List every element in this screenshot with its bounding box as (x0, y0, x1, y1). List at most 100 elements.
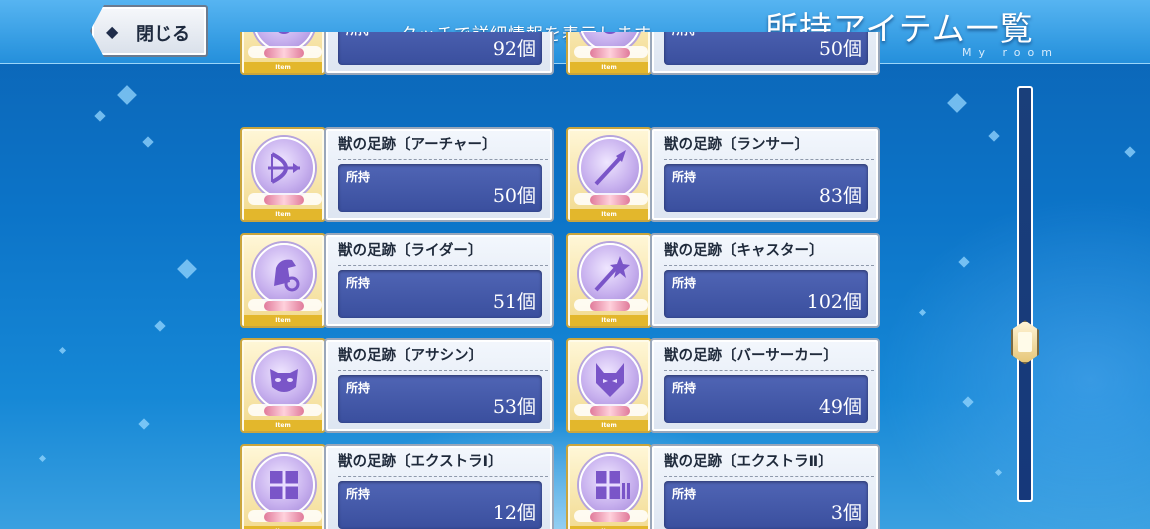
item-count: 3個 (830, 502, 862, 524)
spear-icon (581, 139, 639, 197)
paw-icon (581, 32, 639, 50)
item-card[interactable]: Item 獣の足跡〔キャスター〕 所持 102個 (566, 233, 880, 328)
item-count: 102個 (806, 291, 862, 313)
item-count: 49個 (818, 396, 862, 418)
item-icon-circle (253, 32, 315, 52)
item-name: 獣の足跡〔アーチャー〕 (338, 133, 548, 160)
item-tag: Item (570, 209, 648, 220)
item-count-panel: 所持 83個 (664, 164, 868, 212)
item-icon-frame: Item (240, 338, 326, 433)
wolf-icon (581, 350, 639, 408)
scrollbar-track[interactable] (1017, 86, 1033, 502)
item-tag: Item (244, 209, 322, 220)
item-count: 53個 (492, 396, 536, 418)
ribbon-ornament (590, 48, 630, 58)
item-name: 獣の足跡〔ライダー〕 (338, 239, 548, 266)
item-card[interactable]: Item 獣の足跡〔エクストラⅡ〕 所持 3個 (566, 444, 880, 529)
item-card[interactable]: Item 獣の足跡〔アーチャー〕 所持 50個 (240, 127, 554, 222)
ribbon-ornament (590, 512, 630, 522)
item-tag: Item (244, 315, 322, 326)
item-icon-frame: Item (566, 444, 652, 529)
item-count: 51個 (492, 291, 536, 313)
item-name: 獣の足跡〔アサシン〕 (338, 344, 548, 371)
ribbon-ornament (590, 406, 630, 416)
item-name: 獣の足跡〔エクストラⅠ〕 (338, 450, 548, 477)
item-count: 50個 (492, 185, 536, 207)
item-card[interactable]: Item 獣の足跡〔ランサー〕 所持 83個 (566, 127, 880, 222)
owned-label: 所持 (672, 23, 697, 37)
item-count-panel: 所持 3個 (664, 481, 868, 529)
item-info-panel: 所持 92個 (324, 23, 554, 75)
item-icon-circle (253, 243, 315, 305)
item-info-panel: 獣の足跡〔アーチャー〕 所持 50個 (324, 127, 554, 222)
item-icon-frame: Item (566, 127, 652, 222)
item-icon-frame: Item (566, 338, 652, 433)
ribbon-ornament (264, 512, 304, 522)
item-count-panel: 所持 92個 (338, 23, 542, 65)
ribbon-ornament (264, 301, 304, 311)
item-count: 92個 (492, 38, 536, 60)
item-list: Item 所持 92個 Item 所持 50個 Item 獣の足跡〔アーチャー〕… (0, 0, 1150, 529)
item-card[interactable]: Item 所持 50個 (566, 23, 880, 75)
item-info-panel: 獣の足跡〔キャスター〕 所持 102個 (650, 233, 880, 328)
item-info-panel: 所持 50個 (650, 23, 880, 75)
ribbon-ornament (590, 195, 630, 205)
item-icon-circle (579, 243, 641, 305)
item-tag: Item (244, 62, 322, 73)
item-info-panel: 獣の足跡〔ランサー〕 所持 83個 (650, 127, 880, 222)
bow-icon (255, 139, 313, 197)
item-count-panel: 所持 49個 (664, 375, 868, 423)
item-count: 50個 (818, 38, 862, 60)
item-icon-circle (579, 137, 641, 199)
item-card[interactable]: Item 獣の足跡〔ライダー〕 所持 51個 (240, 233, 554, 328)
item-icon-circle (253, 137, 315, 199)
item-tag: Item (244, 420, 322, 431)
item-icon-frame: Item (566, 233, 652, 328)
item-count: 12個 (492, 502, 536, 524)
item-count-panel: 所持 50個 (338, 164, 542, 212)
item-card[interactable]: Item 獣の足跡〔アサシン〕 所持 53個 (240, 338, 554, 433)
item-icon-circle (253, 348, 315, 410)
owned-label: 所持 (346, 487, 371, 501)
ribbon-ornament (264, 195, 304, 205)
item-tag: Item (570, 315, 648, 326)
item-card[interactable]: Item 獣の足跡〔エクストラⅠ〕 所持 12個 (240, 444, 554, 529)
item-icon-frame: Item (240, 127, 326, 222)
mask-icon (255, 350, 313, 408)
extra-two-icon (581, 456, 639, 514)
item-info-panel: 獣の足跡〔エクストラⅡ〕 所持 3個 (650, 444, 880, 529)
owned-label: 所持 (346, 276, 371, 290)
item-count-panel: 所持 53個 (338, 375, 542, 423)
ribbon-ornament (590, 301, 630, 311)
item-name: 獣の足跡〔ランサー〕 (664, 133, 874, 160)
paw-icon (255, 32, 313, 50)
item-icon-circle (579, 348, 641, 410)
owned-label: 所持 (346, 23, 371, 37)
owned-label: 所持 (672, 170, 697, 184)
item-tag: Item (570, 62, 648, 73)
ribbon-ornament (264, 48, 304, 58)
item-info-panel: 獣の足跡〔エクストラⅠ〕 所持 12個 (324, 444, 554, 529)
owned-label: 所持 (346, 170, 371, 184)
item-card[interactable]: Item 獣の足跡〔バーサーカー〕 所持 49個 (566, 338, 880, 433)
item-name: 獣の足跡〔エクストラⅡ〕 (664, 450, 874, 477)
extra-one-icon (255, 456, 313, 514)
item-info-panel: 獣の足跡〔バーサーカー〕 所持 49個 (650, 338, 880, 433)
item-icon-frame: Item (240, 444, 326, 529)
item-count-panel: 所持 50個 (664, 23, 868, 65)
item-name: 獣の足跡〔キャスター〕 (664, 239, 874, 266)
owned-label: 所持 (672, 276, 697, 290)
item-icon-circle (253, 454, 315, 516)
item-info-panel: 獣の足跡〔アサシン〕 所持 53個 (324, 338, 554, 433)
item-count-panel: 所持 12個 (338, 481, 542, 529)
owned-label: 所持 (672, 381, 697, 395)
item-card[interactable]: Item 所持 92個 (240, 23, 554, 75)
item-count-panel: 所持 51個 (338, 270, 542, 318)
item-name: 獣の足跡〔バーサーカー〕 (664, 344, 874, 371)
item-icon-circle (579, 454, 641, 516)
item-info-panel: 獣の足跡〔ライダー〕 所持 51個 (324, 233, 554, 328)
staff-icon (581, 245, 639, 303)
item-icon-frame: Item (240, 233, 326, 328)
owned-label: 所持 (672, 487, 697, 501)
owned-label: 所持 (346, 381, 371, 395)
